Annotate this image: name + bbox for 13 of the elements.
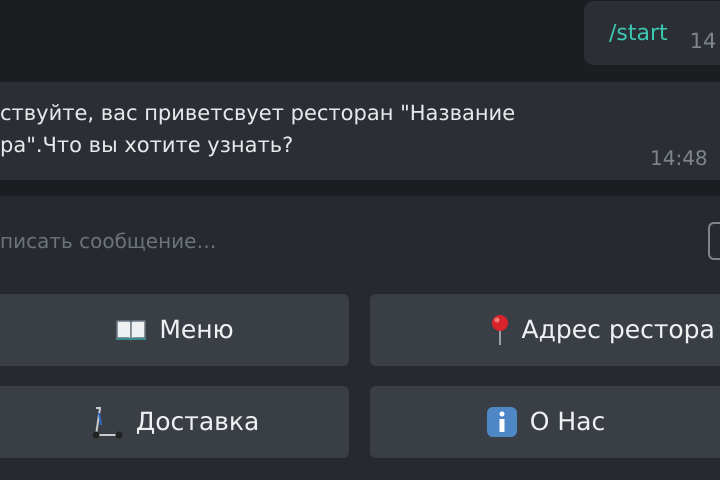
command-text: /start [609,20,668,48]
keyboard-button[interactable]: Адрес рестора [370,294,720,366]
keyboard-button[interactable]: О Нас [370,386,720,458]
info-icon [486,406,518,438]
message-time: 14 [690,28,716,56]
message-time: 14:48 [650,145,708,172]
pin-icon [490,314,510,346]
keyboard-button[interactable]: Доставка [0,386,349,458]
keyboard-button[interactable]: Меню [0,294,349,366]
book-icon [115,318,148,342]
message-input-field[interactable]: писать сообщение… [0,216,700,266]
scooter-icon [90,404,124,440]
message-text: ствуйте, вас приветсвует ресторан "Название ра".Что вы хотите узнать? [0,100,516,159]
